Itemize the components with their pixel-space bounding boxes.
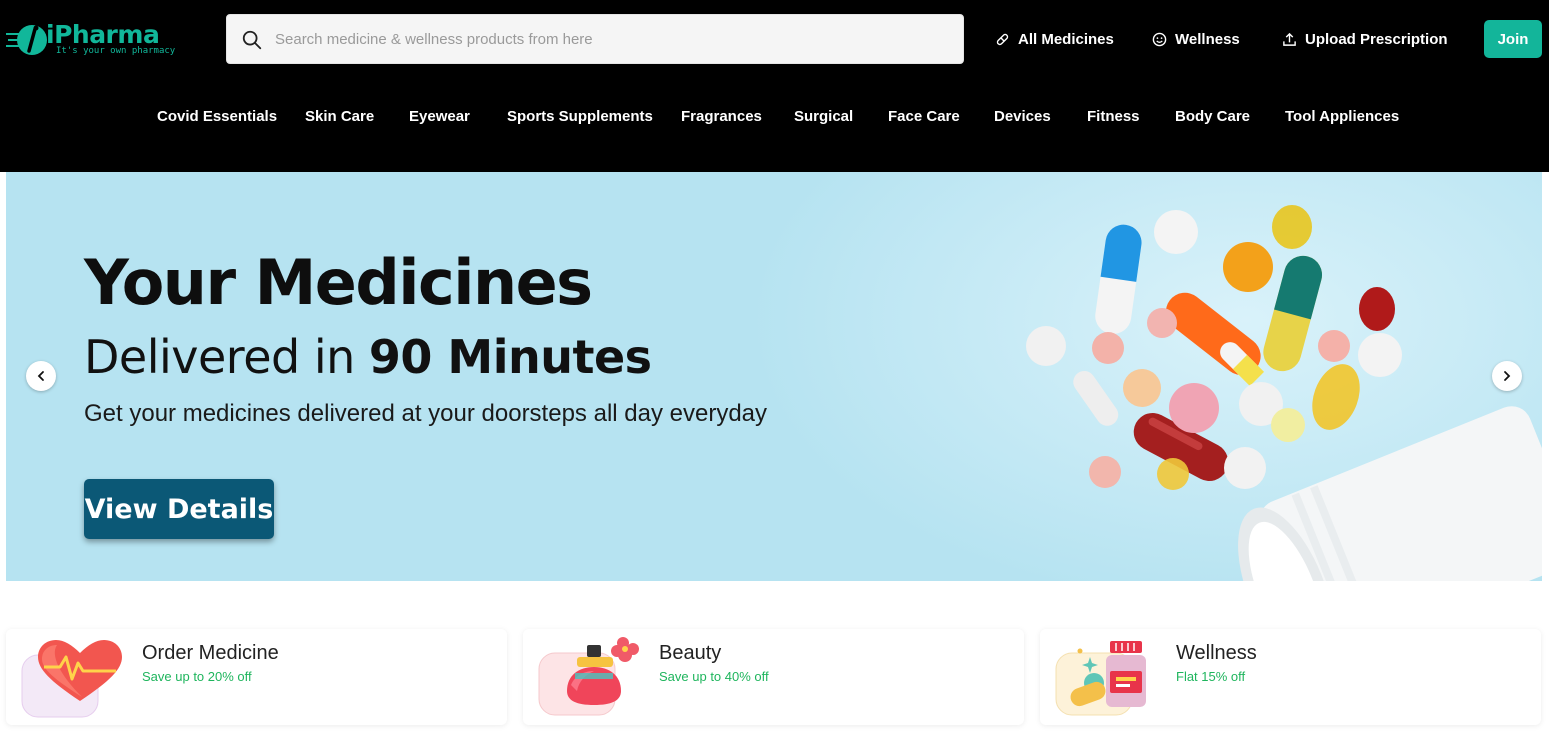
category-face-care[interactable]: Face Care bbox=[888, 108, 960, 125]
banner-subtitle-bold: 90 Minutes bbox=[368, 330, 652, 384]
category-nav: Covid Essentials Skin Care Eyewear Sport… bbox=[0, 108, 1549, 134]
category-surgical[interactable]: Surgical bbox=[794, 108, 853, 125]
card-offer: Save up to 40% off bbox=[659, 669, 769, 684]
card-wellness[interactable]: Wellness Flat 15% off bbox=[1040, 629, 1541, 725]
view-details-button[interactable]: View Details bbox=[84, 479, 274, 539]
upload-icon bbox=[1283, 32, 1296, 46]
logo[interactable]: iPharma It's your own pharmacy bbox=[6, 20, 175, 60]
nav-upload-prescription-label: Upload Prescription bbox=[1305, 30, 1448, 48]
card-title: Wellness bbox=[1176, 642, 1257, 664]
banner-subtitle: Delivered in 90 Minutes bbox=[84, 330, 652, 384]
nav-all-medicines-label: All Medicines bbox=[1018, 30, 1114, 48]
card-offer: Flat 15% off bbox=[1176, 669, 1246, 684]
pill-bottle bbox=[1238, 406, 1542, 581]
category-sports-supplements[interactable]: Sports Supplements bbox=[507, 108, 653, 125]
nav-all-medicines[interactable]: All Medicines bbox=[995, 28, 1114, 50]
card-order-medicine[interactable]: Order Medicine Save up to 20% off bbox=[6, 629, 507, 725]
category-covid-essentials[interactable]: Covid Essentials bbox=[157, 108, 277, 125]
card-offer: Save up to 20% off bbox=[142, 669, 252, 684]
category-eyewear[interactable]: Eyewear bbox=[409, 108, 470, 125]
supplements-icon bbox=[1055, 641, 1146, 716]
logo-name: iPharma bbox=[46, 20, 160, 49]
search-input[interactable] bbox=[275, 15, 955, 63]
search-icon[interactable] bbox=[241, 29, 263, 51]
category-tool-appliences[interactable]: Tool Appliences bbox=[1285, 108, 1399, 125]
nav-upload-prescription[interactable]: Upload Prescription bbox=[1282, 28, 1448, 50]
hero-banner: Your Medicines Delivered in 90 Minutes G… bbox=[6, 172, 1542, 581]
logo-icon bbox=[6, 25, 47, 55]
carousel-next-button[interactable] bbox=[1492, 361, 1522, 391]
pills-image bbox=[1026, 205, 1542, 581]
banner-description: Get your medicines delivered at your doo… bbox=[84, 400, 768, 427]
category-body-care[interactable]: Body Care bbox=[1175, 108, 1250, 125]
nav-wellness[interactable]: Wellness bbox=[1152, 28, 1240, 50]
join-button[interactable]: Join bbox=[1484, 20, 1542, 58]
search-bar bbox=[226, 14, 964, 64]
nav-wellness-label: Wellness bbox=[1175, 30, 1240, 48]
category-skin-care[interactable]: Skin Care bbox=[305, 108, 374, 125]
card-beauty[interactable]: Beauty Save up to 40% off bbox=[523, 629, 1024, 725]
smile-icon bbox=[1152, 32, 1167, 46]
category-fragrances[interactable]: Fragrances bbox=[681, 108, 762, 125]
logo-tagline: It's your own pharmacy bbox=[56, 46, 176, 56]
chevron-left-icon bbox=[37, 371, 44, 381]
heart-pulse-icon bbox=[21, 640, 122, 718]
category-fitness[interactable]: Fitness bbox=[1087, 108, 1140, 125]
category-devices[interactable]: Devices bbox=[994, 108, 1051, 125]
chevron-right-icon bbox=[1504, 371, 1511, 381]
banner-title: Your Medicines bbox=[84, 246, 593, 319]
pill-icon bbox=[996, 33, 1009, 45]
header: iPharma It's your own pharmacy All Medic… bbox=[0, 0, 1549, 172]
perfume-icon bbox=[538, 637, 639, 716]
banner-subtitle-prefix: Delivered in bbox=[84, 330, 355, 384]
card-title: Order Medicine bbox=[142, 642, 279, 664]
carousel-prev-button[interactable] bbox=[26, 361, 56, 391]
card-title: Beauty bbox=[659, 642, 722, 664]
